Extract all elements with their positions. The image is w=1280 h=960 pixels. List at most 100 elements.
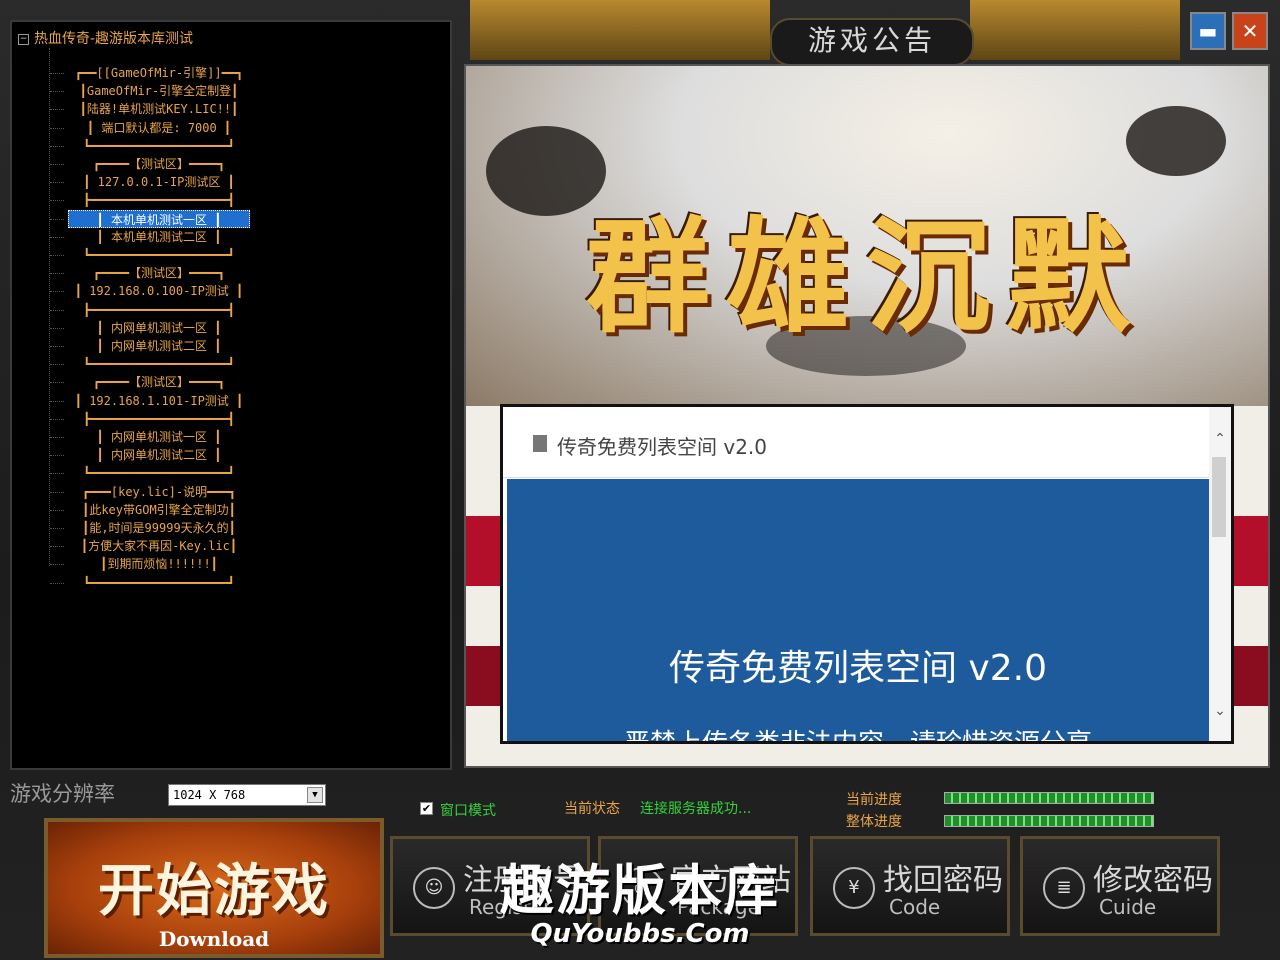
tree-connector-tick bbox=[50, 255, 64, 256]
current-progress-fill bbox=[945, 793, 1153, 803]
server-list-item[interactable]: ┃能,时间是99999天永久的┃ bbox=[68, 519, 250, 537]
tree-connector-tick bbox=[50, 346, 64, 347]
resolution-value: 1024 X 768 bbox=[173, 788, 246, 802]
tree-connector-tick bbox=[50, 528, 64, 529]
server-list-item[interactable]: ┃ 192.168.1.101-IP测试 ┃ bbox=[68, 392, 250, 410]
window-mode-checkbox[interactable]: ✔ bbox=[420, 802, 433, 815]
window-mode-label[interactable]: 窗口模式 bbox=[440, 800, 496, 820]
tree-connector-tick bbox=[50, 364, 64, 366]
dialog-main-text: 传奇免费列表空间 v2.0 bbox=[668, 648, 1047, 689]
tree-connector-tick bbox=[50, 400, 64, 402]
tree-connector-tick bbox=[50, 455, 64, 457]
tree-connector-tick bbox=[50, 164, 64, 165]
change-password-sublabel: Cuide bbox=[1099, 895, 1157, 919]
close-button[interactable]: ✕ bbox=[1232, 12, 1268, 50]
user-icon: ☺ bbox=[413, 867, 455, 909]
server-list-item[interactable]: ┃ 内网单机测试一区 ┃ bbox=[68, 428, 250, 446]
overall-progress-fill bbox=[945, 816, 1153, 826]
resolution-label: 游戏分辨率 bbox=[10, 782, 115, 806]
server-list-item-selected[interactable]: ┃ 本机单机测试一区 ┃ bbox=[68, 209, 250, 228]
scroll-thumb[interactable] bbox=[1212, 457, 1226, 537]
tree-connector-tick bbox=[50, 437, 64, 438]
list-icon: ≣ bbox=[1043, 867, 1085, 909]
server-list-item[interactable]: ┏━━━━【测试区】━━━━┓ bbox=[68, 264, 250, 282]
tree-connector-tick bbox=[50, 473, 64, 475]
server-list-item[interactable]: ┣━━━━━━━━━━━━━━━━━━━┫ bbox=[68, 191, 250, 209]
tree-connector-tick bbox=[50, 236, 64, 238]
server-list-item[interactable]: ┗━━━━━━━━━━━━━━━━━━━┛ bbox=[68, 464, 250, 482]
server-list-item[interactable]: ┗━━━━━━━━━━━━━━━━━━━┛ bbox=[68, 574, 250, 592]
recover-password-sublabel: Code bbox=[889, 895, 941, 919]
server-list-item[interactable]: ┃陆器!单机测试KEY.LIC!!┃ bbox=[68, 100, 250, 118]
server-list-item[interactable]: ┣━━━━━━━━━━━━━━━━━━━┫ bbox=[68, 301, 250, 319]
server-list-item[interactable]: ┃ 本机单机测试二区 ┃ bbox=[68, 228, 250, 246]
yen-icon: ¥ bbox=[833, 867, 875, 909]
dialog-header: 传奇免费列表空间 v2.0 bbox=[503, 407, 1209, 478]
minimize-button[interactable]: ▬ bbox=[1190, 12, 1226, 50]
server-list-item[interactable]: ┗━━━━━━━━━━━━━━━━━━━┛ bbox=[68, 246, 250, 264]
tree-connector-tick bbox=[50, 582, 64, 584]
server-list-item[interactable]: ┣━━━━━━━━━━━━━━━━━━━┫ bbox=[68, 410, 250, 428]
server-tree[interactable]: − 热血传奇-趣游版本库测试 ┏━━[[GameOfMir-引擎]]━━┓ ┃Gam… bbox=[10, 20, 452, 770]
tree-root-label: 热血传奇-趣游版本库测试 bbox=[34, 31, 194, 47]
recover-password-label: 找回密码 bbox=[883, 863, 1003, 898]
tree-connector-tick bbox=[50, 145, 64, 147]
status-value: 连接服务器成功... bbox=[640, 801, 752, 817]
dropdown-arrow-icon[interactable]: ▼ bbox=[307, 787, 323, 803]
change-password-label: 修改密码 bbox=[1093, 863, 1213, 898]
server-list-item[interactable]: ┏━━━━【测试区】━━━━┓ bbox=[68, 155, 250, 173]
watermark-cn: 趣游版本库 bbox=[500, 858, 780, 922]
tree-connector-tick bbox=[50, 291, 64, 293]
scroll-down-icon[interactable]: ⌄ bbox=[1209, 701, 1231, 721]
start-game-label: 开始游戏 bbox=[98, 858, 330, 924]
tree-connector-tick bbox=[50, 418, 64, 420]
start-game-button[interactable]: 开始游戏 Download bbox=[44, 818, 384, 958]
tree-connector-tick bbox=[50, 546, 64, 548]
tree-connector-tick bbox=[50, 127, 64, 129]
scroll-up-icon[interactable]: ⌃ bbox=[1209, 429, 1231, 449]
tree-connector-tick bbox=[50, 273, 64, 275]
announcement-banner: 群雄沉默 bbox=[466, 66, 1268, 406]
tree-connector-tick bbox=[50, 564, 64, 566]
server-list-item[interactable]: ┃此key带GOM引擎全定制功┃ bbox=[68, 501, 250, 519]
tree-connector-tick bbox=[50, 509, 64, 511]
server-list-item[interactable]: ┃方便大家不再因-Key.lic┃ bbox=[68, 537, 250, 555]
server-list-item[interactable]: ┃ 内网单机测试二区 ┃ bbox=[68, 337, 250, 355]
launcher-window: − 热血传奇-趣游版本库测试 ┏━━[[GameOfMir-引擎]]━━┓ ┃Gam… bbox=[0, 0, 1280, 960]
tree-connector-tick bbox=[50, 109, 64, 111]
dialog-sub-text: 严禁上传各类非法内容，请珍惜资源分享 bbox=[507, 723, 1209, 741]
title-ornament-left bbox=[470, 0, 770, 60]
server-list-item[interactable]: ┏━━━━【测试区】━━━━┓ bbox=[68, 373, 250, 391]
announcement-dialog: 传奇免费列表空间 v2.0 传奇免费列表空间 v2.0 严禁上传各类非法内容，请… bbox=[500, 404, 1234, 744]
server-list-item[interactable]: ┏━━━[key.lic]-说明━━━┓ bbox=[68, 483, 250, 501]
recover-password-button[interactable]: ¥ 找回密码 Code bbox=[810, 836, 1010, 936]
title-ornament-right bbox=[970, 0, 1180, 60]
server-list-item[interactable]: ┗━━━━━━━━━━━━━━━━━━━┛ bbox=[68, 137, 250, 155]
current-progress-bar bbox=[944, 792, 1154, 804]
tree-connector-tick bbox=[50, 309, 64, 311]
server-list-item[interactable]: ┗━━━━━━━━━━━━━━━━━━━┛ bbox=[68, 355, 250, 373]
server-list-item[interactable]: ┃到期而烦恼!!!!!!┃ bbox=[68, 555, 250, 573]
server-list-item[interactable]: ┃GameOfMir-引擎全定制登┃ bbox=[68, 82, 250, 100]
tree-connector-tick bbox=[50, 491, 64, 493]
window-title: 游戏公告 bbox=[770, 18, 974, 66]
server-list-item[interactable]: ┃ 192.168.0.100-IP测试 ┃ bbox=[68, 282, 250, 300]
resolution-select[interactable]: 1024 X 768 ▼ bbox=[168, 784, 326, 806]
server-list-item[interactable]: ┃ 内网单机测试一区 ┃ bbox=[68, 319, 250, 337]
start-game-sublabel: Download bbox=[158, 927, 270, 951]
server-list-item[interactable]: ┃ 内网单机测试二区 ┃ bbox=[68, 446, 250, 464]
dialog-body: 传奇免费列表空间 v2.0 严禁上传各类非法内容，请珍惜资源分享 bbox=[507, 479, 1209, 741]
collapse-icon[interactable]: − bbox=[18, 33, 29, 45]
server-list-item[interactable]: ┏━━[[GameOfMir-引擎]]━━┓ bbox=[68, 64, 250, 82]
banner-title: 群雄沉默 bbox=[585, 205, 1146, 350]
dialog-scrollbar[interactable]: ⌃ ⌄ bbox=[1209, 407, 1231, 741]
overall-progress-bar bbox=[944, 815, 1154, 827]
server-list-item[interactable]: ┃ 端口默认都是: 7000 ┃ bbox=[68, 119, 250, 137]
change-password-button[interactable]: ≣ 修改密码 Cuide bbox=[1020, 836, 1220, 936]
tree-root[interactable]: − 热血传奇-趣游版本库测试 bbox=[18, 28, 193, 48]
tree-connector-tick bbox=[50, 182, 64, 184]
site-watermark: 趣游版本库 QuYoubbs.Com bbox=[470, 846, 810, 949]
tree-connector-tick bbox=[50, 91, 64, 93]
server-list-item[interactable]: ┃ 127.0.0.1-IP测试区 ┃ bbox=[68, 173, 250, 191]
tree-connector-tick bbox=[50, 382, 64, 384]
